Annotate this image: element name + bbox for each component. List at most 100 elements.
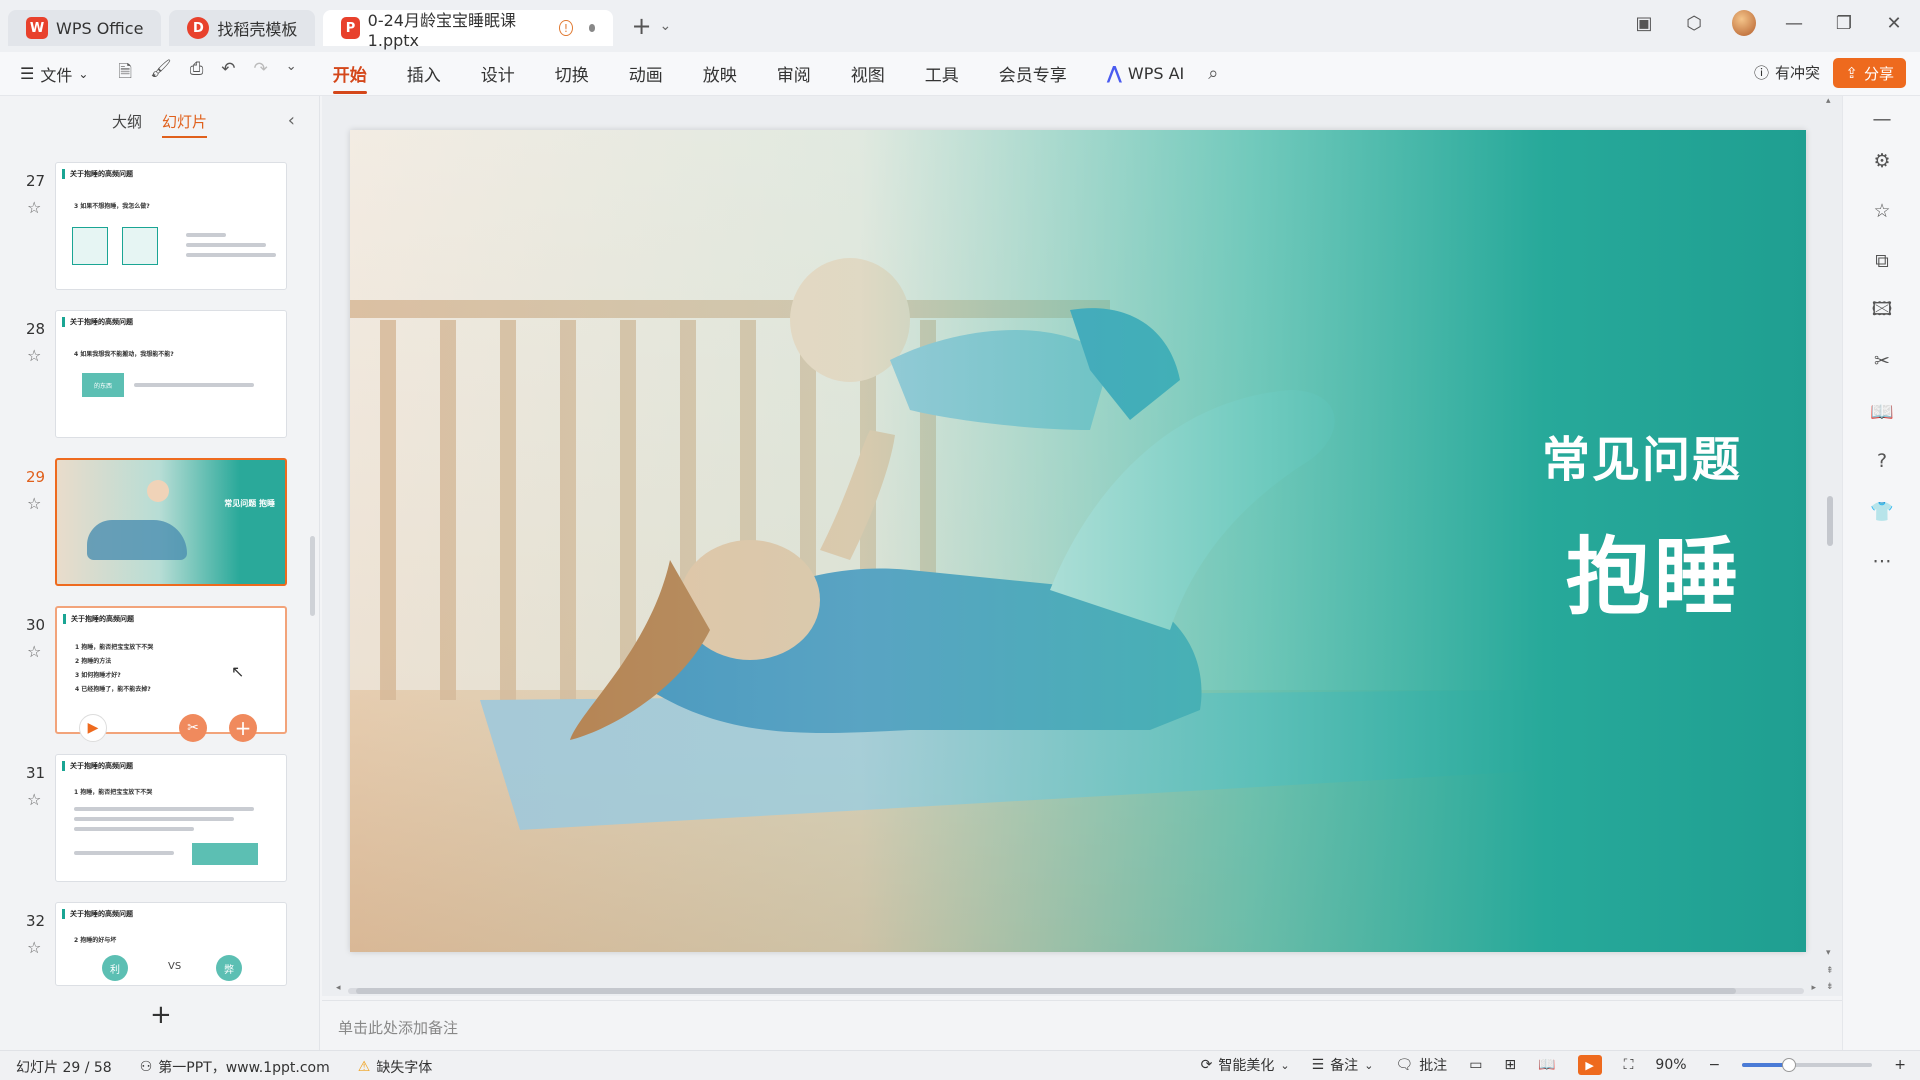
warning-icon[interactable]: ! <box>559 20 573 36</box>
format-painter-icon[interactable]: 🖌 <box>150 59 172 88</box>
tool-icon[interactable]: ✂ <box>179 714 207 742</box>
prev-slide-icon[interactable]: ⇞ <box>1826 966 1834 976</box>
book-icon[interactable]: 📖 <box>1869 398 1895 424</box>
star-icon[interactable]: ☆ <box>27 346 41 365</box>
slide-title-line1[interactable]: 常见问题 <box>1542 420 1742 490</box>
copy-icon[interactable]: ⧉ <box>1869 248 1895 274</box>
menu-member[interactable]: 会员专享 <box>999 55 1067 92</box>
play-slideshow-icon[interactable]: ▶ <box>1577 1055 1602 1075</box>
tab-current-file[interactable]: P 0-24月龄宝宝睡眠课1.pptx ! <box>323 10 614 50</box>
search-icon[interactable]: ⌕ <box>1208 63 1218 84</box>
close-icon[interactable]: ✕ <box>1882 13 1906 34</box>
collapse-icon[interactable]: — <box>1869 106 1895 132</box>
vertical-scrollbar[interactable]: ▴ ▾ ⇞ ⇟ <box>1824 96 1836 996</box>
more-icon[interactable]: ⋯ <box>1869 548 1895 574</box>
zoom-out-icon[interactable]: − <box>1709 1057 1721 1073</box>
horizontal-scrollbar[interactable]: ◂ ▸ <box>336 983 1816 996</box>
menu-insert[interactable]: 插入 <box>407 55 441 92</box>
comment-button[interactable]: 🗨 批注 <box>1395 1055 1447 1075</box>
next-slide-icon[interactable]: ⇟ <box>1826 982 1834 992</box>
normal-view-icon[interactable]: ▭ <box>1469 1057 1482 1073</box>
minimize-icon[interactable]: — <box>1782 13 1806 34</box>
right-sidebar: — ⚙ ☆ ⧉ 🖾 ✂ 📖 ? 👕 ⋯ <box>1842 96 1920 1050</box>
star-icon[interactable]: ☆ <box>1869 198 1895 224</box>
reading-view-icon[interactable]: 📖 <box>1538 1057 1555 1073</box>
notes-button[interactable]: ☰ 备注 ⌄ <box>1312 1055 1374 1075</box>
slide-thumbnail-selected[interactable]: 常见问题 抱睡 <box>55 458 287 586</box>
mouse-cursor-icon: ↖ <box>231 662 245 681</box>
slide-title-line2[interactable]: 抱睡 <box>1566 510 1742 631</box>
zoom-level[interactable]: 90% <box>1655 1057 1686 1073</box>
menu-transitions[interactable]: 切换 <box>555 55 589 92</box>
menu-home[interactable]: 开始 <box>332 55 367 94</box>
panel-scrollbar[interactable] <box>310 536 315 616</box>
menu-slideshow[interactable]: 放映 <box>703 55 737 92</box>
slide-thumbnail[interactable]: 关于抱睡的高频问题 3 如果不想抱睡，我怎么做? <box>55 162 287 290</box>
slide-thumbnail[interactable]: 关于抱睡的高频问题 1 抱睡，能否把宝宝放下不哭 <box>55 754 287 882</box>
cube-icon[interactable]: ⬡ <box>1682 13 1706 34</box>
star-icon[interactable]: ☆ <box>27 790 41 809</box>
slide-thumbnail[interactable]: 关于抱睡的高频问题 2 抱睡的好与坏 利 VS 弊 <box>55 902 287 986</box>
restore-icon[interactable]: ❐ <box>1832 13 1856 34</box>
conflict-button[interactable]: ⓘ 有冲突 <box>1754 62 1820 83</box>
star-icon[interactable]: ☆ <box>27 642 41 661</box>
menu-design[interactable]: 设计 <box>481 55 515 92</box>
current-slide[interactable]: 常见问题 抱睡 <box>350 130 1806 952</box>
scroll-thumb[interactable] <box>356 988 1736 994</box>
tools-icon[interactable]: ✂ <box>1869 348 1895 374</box>
scroll-right-icon[interactable]: ▸ <box>1811 983 1816 993</box>
layout-icon[interactable]: ▣ <box>1632 13 1656 34</box>
menu-view[interactable]: 视图 <box>851 55 885 92</box>
star-icon[interactable]: ☆ <box>27 494 41 513</box>
star-icon[interactable]: ☆ <box>27 938 41 957</box>
adjust-icon[interactable]: ⚙ <box>1869 148 1895 174</box>
image-icon[interactable]: 🖾 <box>1869 298 1895 324</box>
add-slide-icon[interactable]: + <box>229 714 257 742</box>
wps-ai-button[interactable]: ⋀ WPS AI <box>1107 63 1185 84</box>
notes-pane[interactable]: 单击此处添加备注 <box>322 1000 1842 1050</box>
avatar[interactable] <box>1732 10 1756 36</box>
scroll-thumb[interactable] <box>1827 496 1833 546</box>
scroll-up-icon[interactable]: ▴ <box>1826 96 1831 106</box>
smart-beautify-button[interactable]: ⟳ 智能美化 ⌄ <box>1201 1055 1290 1075</box>
slide-thumbnail-hover[interactable]: 关于抱睡的高频问题 1 抱睡，能否把宝宝放下不哭 2 抱睡的方法 3 如何抱睡才… <box>55 606 287 742</box>
new-tab-icon[interactable]: + <box>631 12 651 40</box>
thumb-subtitle: 2 抱睡的好与坏 <box>74 937 117 944</box>
zoom-slider[interactable] <box>1742 1058 1873 1072</box>
collapse-panel-icon[interactable]: ‹ <box>288 110 295 131</box>
menu-tools[interactable]: 工具 <box>925 55 959 92</box>
tab-slides[interactable]: 幻灯片 <box>162 111 208 138</box>
tab-outline[interactable]: 大纲 <box>112 111 142 132</box>
tab-wps-office[interactable]: W WPS Office <box>8 10 162 46</box>
menu-review[interactable]: 审阅 <box>777 55 811 92</box>
zoom-slider-knob[interactable] <box>1782 1058 1797 1072</box>
redo-icon[interactable]: ↷ <box>254 59 268 88</box>
alert-icon: ⓘ <box>1753 64 1769 82</box>
zoom-in-icon[interactable]: + <box>1894 1057 1906 1073</box>
play-slide-icon[interactable]: ▶ <box>79 714 107 742</box>
star-icon[interactable]: ☆ <box>27 198 41 217</box>
grid-view-icon[interactable]: ⊞ <box>1504 1057 1516 1073</box>
scroll-down-icon[interactable]: ▾ <box>1826 948 1831 958</box>
print-preview-icon[interactable]: ⎙ <box>190 59 204 88</box>
tab-dropdown-icon[interactable]: ⌄ <box>660 18 672 34</box>
share-button[interactable]: ⇪ 分享 <box>1833 58 1906 88</box>
undo-icon[interactable]: ↶ <box>221 59 235 88</box>
shirt-icon[interactable]: 👕 <box>1869 498 1895 524</box>
notes-icon: ☰ <box>1311 1057 1325 1073</box>
more-chevron-icon[interactable]: ⌄ <box>286 59 297 88</box>
fit-window-icon[interactable]: ⛶ <box>1624 1057 1634 1073</box>
wps-ai-label: WPS AI <box>1127 64 1185 83</box>
help-icon[interactable]: ? <box>1869 448 1895 474</box>
missing-font-button[interactable]: ⚠ 缺失字体 <box>358 1057 433 1077</box>
scroll-left-icon[interactable]: ◂ <box>336 983 341 993</box>
slide-thumbnail[interactable]: 关于抱睡的高频问题 4 如果我想我不能搬动，我想能不能? 的东西 <box>55 310 287 438</box>
theme-button[interactable]: ⚇ 第一PPT，www.1ppt.com <box>140 1057 330 1077</box>
tab-template[interactable]: D 找稻壳模板 <box>169 10 316 46</box>
file-menu-button[interactable]: ☰ 文件 ⌄ <box>20 62 88 86</box>
chevron-down-icon: ⌄ <box>1280 1058 1290 1072</box>
menu-animations[interactable]: 动画 <box>629 55 663 92</box>
save-icon[interactable]: 🗎 <box>118 59 132 88</box>
add-slide-button[interactable]: + <box>150 1000 172 1030</box>
thumb-title: 关于抱睡的高频问题 <box>62 169 133 179</box>
